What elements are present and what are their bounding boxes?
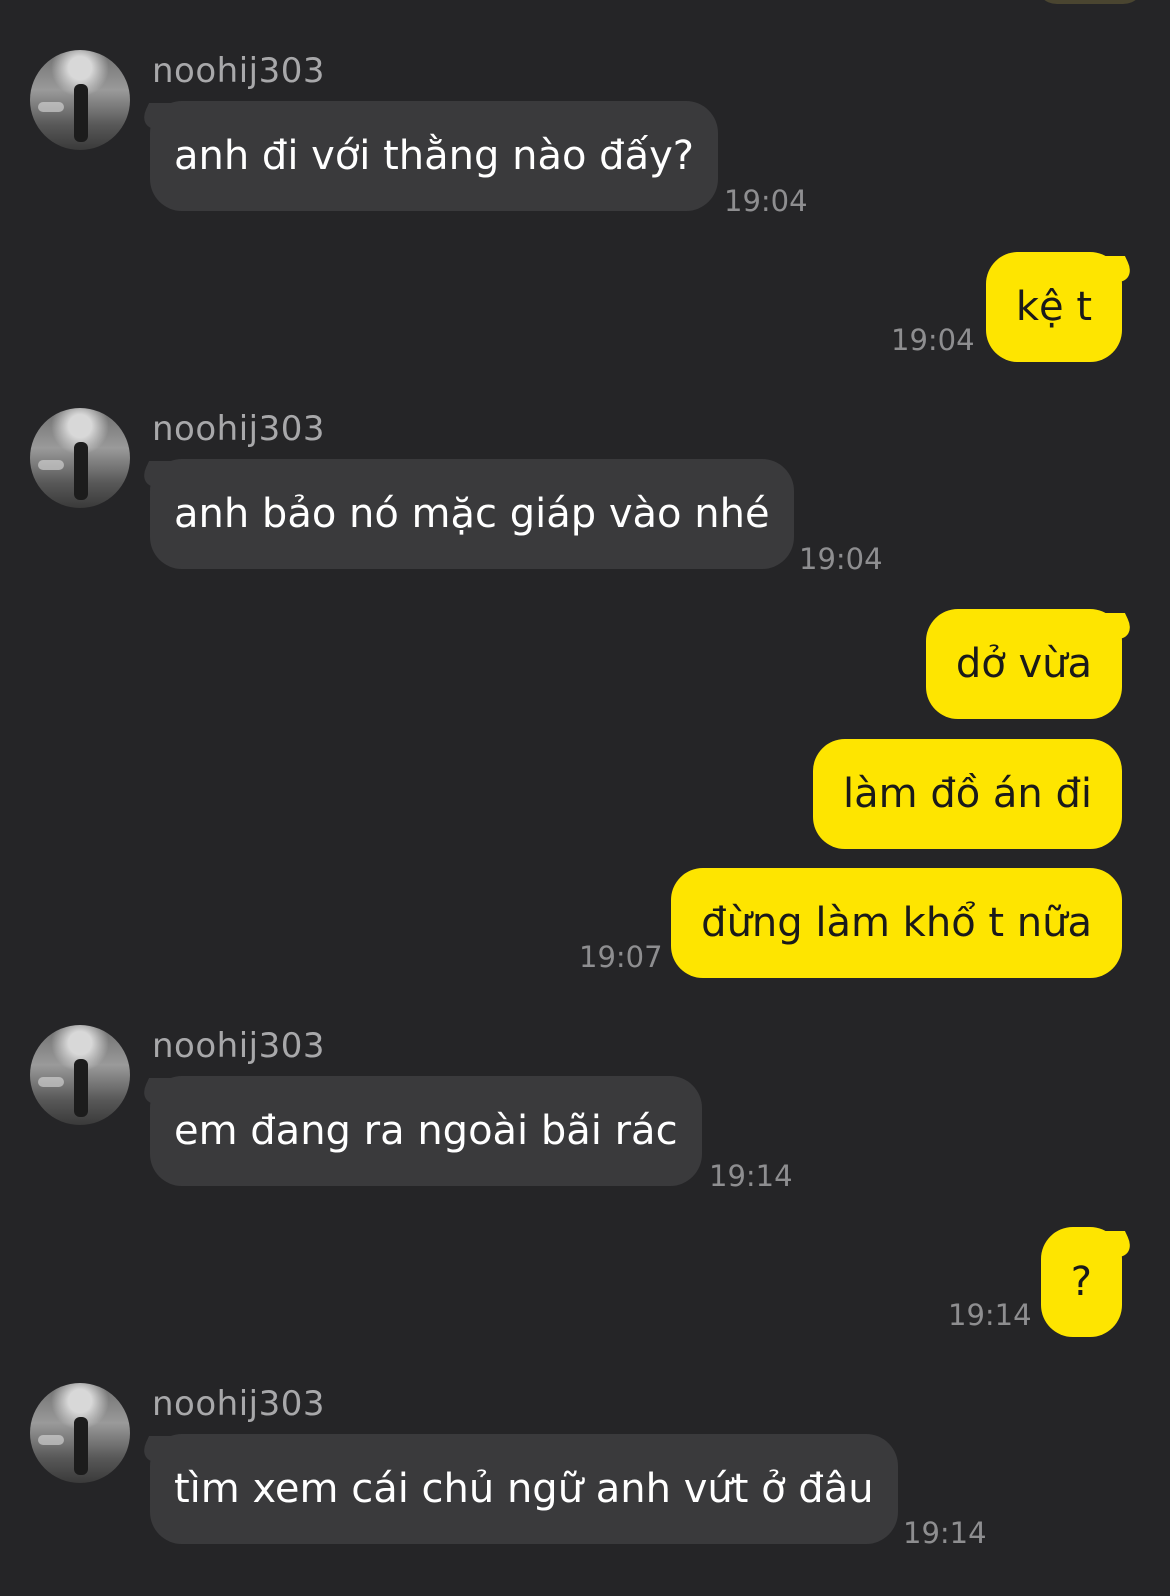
outgoing-message-bubble[interactable]: đừng làm khổ t nữa bbox=[671, 868, 1122, 978]
sender-name: noohij303 bbox=[152, 1384, 325, 1424]
contact-avatar[interactable] bbox=[30, 1025, 130, 1125]
outgoing-message-bubble[interactable]: làm đồ án đi bbox=[813, 739, 1122, 849]
sender-name: noohij303 bbox=[152, 409, 325, 449]
contact-avatar[interactable] bbox=[30, 50, 130, 150]
previous-message-bubble-edge bbox=[1035, 0, 1145, 4]
message-timestamp: 19:04 bbox=[799, 542, 883, 576]
message-timestamp: 19:07 bbox=[579, 940, 663, 974]
message-timestamp: 19:04 bbox=[724, 184, 808, 218]
contact-avatar[interactable] bbox=[30, 408, 130, 508]
sender-name: noohij303 bbox=[152, 51, 325, 91]
outgoing-message-bubble[interactable]: ? bbox=[1040, 1227, 1122, 1337]
incoming-message-bubble[interactable]: anh đi với thằng nào đấy? bbox=[150, 101, 718, 211]
incoming-message-bubble[interactable]: anh bảo nó mặc giáp vào nhé bbox=[150, 459, 794, 569]
message-timestamp: 19:14 bbox=[903, 1516, 987, 1550]
incoming-message-bubble[interactable]: em đang ra ngoài bãi rác bbox=[150, 1076, 702, 1186]
message-timestamp: 19:04 bbox=[891, 323, 975, 357]
contact-avatar[interactable] bbox=[30, 1383, 130, 1483]
sender-name: noohij303 bbox=[152, 1026, 325, 1066]
incoming-message-bubble[interactable]: tìm xem cái chủ ngữ anh vứt ở đâu bbox=[150, 1434, 898, 1544]
message-timestamp: 19:14 bbox=[948, 1298, 1032, 1332]
message-timestamp: 19:14 bbox=[709, 1159, 793, 1193]
outgoing-message-bubble[interactable]: kệ t bbox=[985, 252, 1122, 362]
outgoing-message-bubble[interactable]: dở vừa bbox=[925, 609, 1122, 719]
